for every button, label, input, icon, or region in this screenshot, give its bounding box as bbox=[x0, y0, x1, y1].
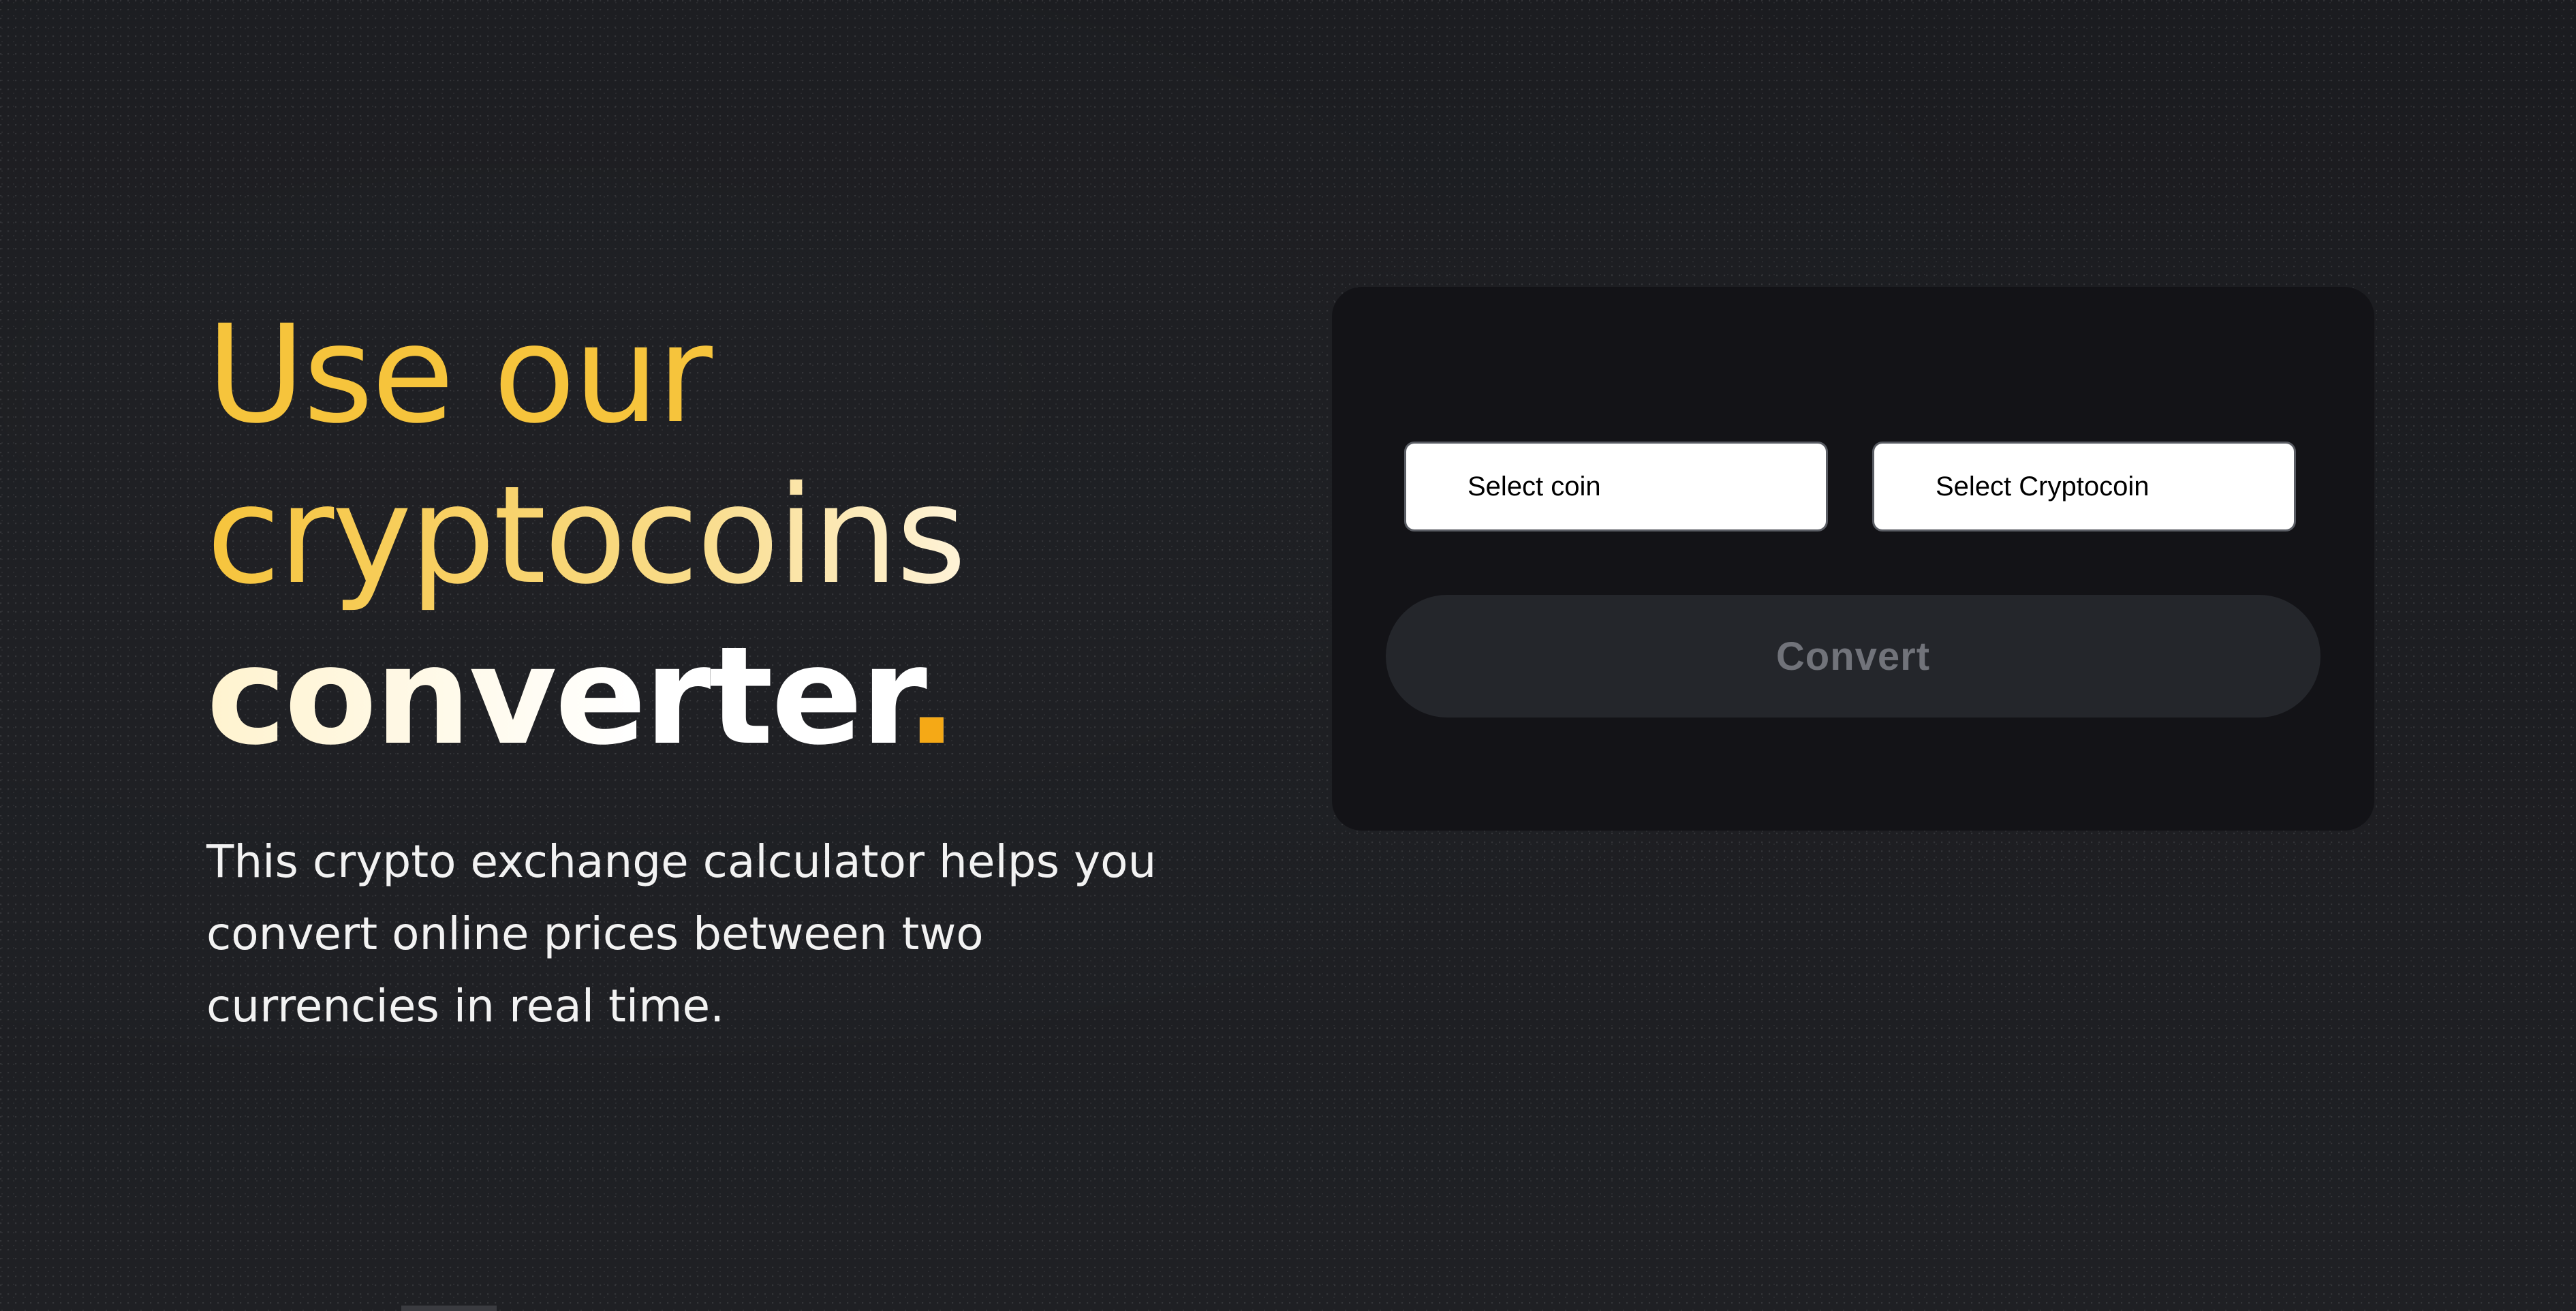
hero-description: This crypto exchange calculator helps yo… bbox=[206, 835, 1157, 1032]
headline-line-3-text: converter bbox=[206, 617, 906, 775]
to-cryptocoin-select-label: Select Cryptocoin bbox=[1936, 471, 2150, 502]
headline-line-3: converter. bbox=[206, 616, 1283, 777]
headline-dot: . bbox=[905, 617, 957, 775]
to-cryptocoin-select[interactable]: Select Cryptocoin bbox=[1872, 442, 2296, 531]
horizontal-scrollbar-thumb[interactable] bbox=[401, 1306, 497, 1311]
hero-section: Use our cryptocoins converter. This cryp… bbox=[206, 294, 1283, 1043]
headline-line-1: Use our bbox=[206, 296, 713, 453]
page-title: Use our cryptocoins converter. bbox=[206, 294, 1283, 777]
from-coin-select[interactable]: Select coin bbox=[1404, 442, 1828, 531]
headline-line-2: cryptocoins bbox=[206, 455, 1283, 616]
from-coin-select-label: Select coin bbox=[1468, 471, 1601, 502]
convert-button[interactable]: Convert bbox=[1386, 595, 2321, 718]
converter-card: Select coin Select Cryptocoin Convert bbox=[1332, 287, 2374, 831]
